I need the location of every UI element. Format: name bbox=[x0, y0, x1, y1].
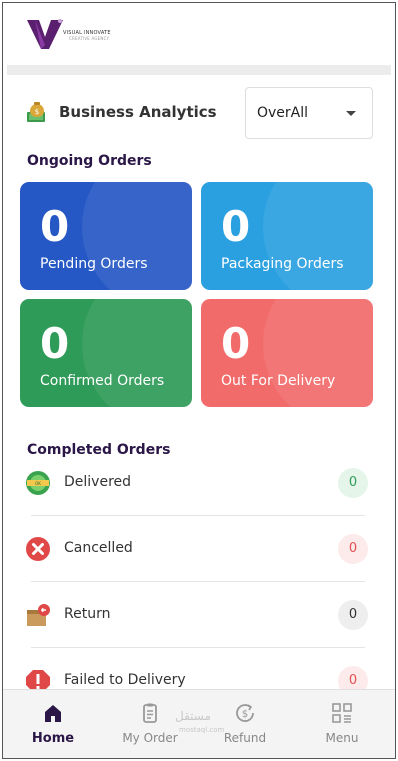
refund-icon: $ bbox=[236, 704, 254, 722]
confirmed-orders-card[interactable]: 0 Confirmed Orders bbox=[20, 299, 192, 407]
analytics-title: Business Analytics bbox=[59, 103, 217, 121]
nav-item-my-order[interactable]: My Order bbox=[103, 690, 197, 758]
nav-label: Home bbox=[31, 731, 75, 746]
dropdown-selected-value: OverAll bbox=[257, 105, 309, 121]
status-label: Delivered bbox=[64, 474, 132, 490]
caret-down-icon bbox=[346, 111, 356, 116]
menu-grid-icon bbox=[332, 703, 352, 723]
status-count-badge: 0 bbox=[338, 534, 368, 564]
delivered-badge-icon: OK bbox=[26, 471, 50, 495]
nav-item-refund[interactable]: $ Refund bbox=[198, 690, 292, 758]
watermark-subtext: mostaql.com bbox=[179, 726, 225, 734]
status-label: Cancelled bbox=[64, 540, 133, 556]
nav-item-home[interactable]: Home bbox=[6, 690, 100, 758]
card-label: Packaging Orders bbox=[221, 256, 344, 272]
completed-item-delivered[interactable]: OK Delivered 0 bbox=[3, 450, 395, 516]
watermark-text: مستقل bbox=[175, 709, 211, 723]
clipboard-icon bbox=[143, 703, 157, 723]
home-icon bbox=[45, 705, 61, 722]
header-divider bbox=[7, 65, 391, 75]
status-count-badge: 0 bbox=[338, 600, 368, 630]
card-count: 0 bbox=[40, 319, 70, 368]
packaging-orders-card[interactable]: 0 Packaging Orders bbox=[201, 182, 373, 290]
status-count-badge: 0 bbox=[338, 468, 368, 498]
card-count: 0 bbox=[221, 319, 251, 368]
card-count: 0 bbox=[221, 202, 251, 251]
card-label: Confirmed Orders bbox=[40, 373, 165, 389]
brand-logo-icon bbox=[27, 19, 63, 49]
analytics-filter-dropdown[interactable]: OverAll bbox=[245, 87, 373, 139]
completed-item-cancelled[interactable]: Cancelled 0 bbox=[3, 516, 395, 582]
svg-text:OK: OK bbox=[35, 481, 41, 486]
svg-text:$: $ bbox=[242, 709, 248, 720]
out-for-delivery-card[interactable]: 0 Out For Delivery bbox=[201, 299, 373, 407]
money-bag-icon: $ bbox=[27, 102, 45, 122]
nav-label: Menu bbox=[325, 731, 359, 745]
card-label: Pending Orders bbox=[40, 256, 148, 272]
return-box-icon bbox=[27, 604, 50, 626]
pending-orders-card[interactable]: 0 Pending Orders bbox=[20, 182, 192, 290]
app-header: VISUAL INNOVATE CREATIVE AGENCY bbox=[3, 3, 395, 65]
cancel-x-icon bbox=[26, 537, 50, 561]
status-label: Return bbox=[64, 606, 111, 622]
ongoing-orders-title: Ongoing Orders bbox=[27, 153, 152, 169]
card-count: 0 bbox=[40, 202, 70, 251]
svg-text:$: $ bbox=[35, 108, 39, 116]
analytics-row: $ Business Analytics OverAll bbox=[3, 87, 395, 139]
nav-item-menu[interactable]: Menu bbox=[295, 690, 389, 758]
card-label: Out For Delivery bbox=[221, 373, 336, 389]
brand-name: VISUAL INNOVATE CREATIVE AGENCY bbox=[63, 30, 111, 41]
status-label: Failed to Delivery bbox=[64, 672, 186, 688]
app-screen: VISUAL INNOVATE CREATIVE AGENCY $ Busine… bbox=[2, 2, 396, 759]
bottom-navigation: Home My Order $ Refund Menu bbox=[3, 689, 395, 758]
completed-item-return[interactable]: Return 0 bbox=[3, 582, 395, 648]
